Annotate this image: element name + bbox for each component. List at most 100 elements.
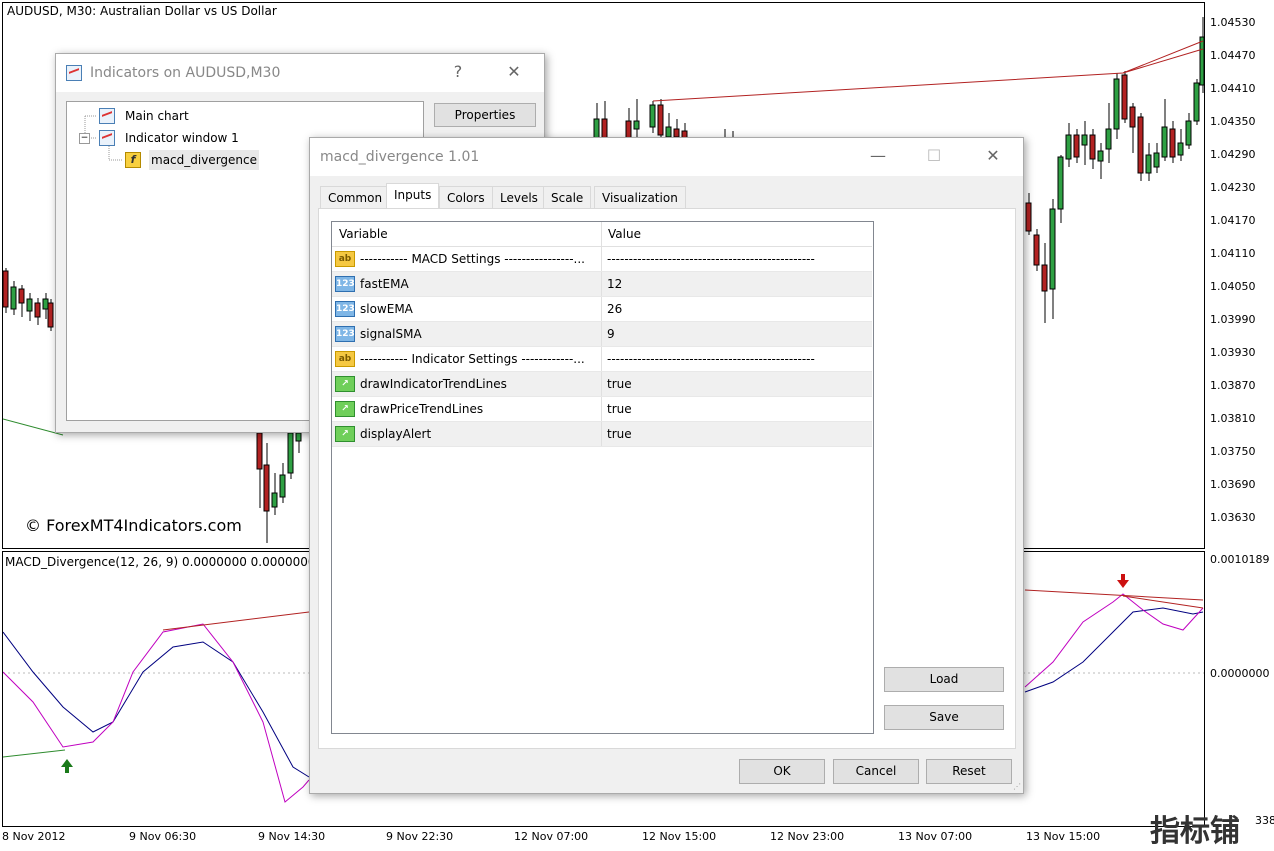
indicators-titlebar[interactable]: Indicators on AUDUSD,M30 ? ✕	[56, 54, 544, 92]
candles-right	[1025, 17, 1204, 323]
time-label: 12 Nov 15:00	[642, 830, 717, 843]
tab-common[interactable]: Common	[320, 186, 391, 208]
collapse-toggle[interactable]: −	[79, 133, 90, 144]
table-row[interactable]: 123 fastEMA 12	[332, 272, 872, 297]
time-label: 13 Nov 07:00	[898, 830, 973, 843]
price-label: 1.04230	[1210, 181, 1256, 194]
sub-label: 0.0000000	[1210, 667, 1270, 680]
param-value[interactable]: 9	[607, 322, 615, 346]
param-value[interactable]: ----------------------------------------…	[607, 247, 869, 271]
param-name: displayAlert	[360, 427, 432, 441]
price-label: 1.04530	[1210, 16, 1256, 29]
time-label: 13 Nov 15:00	[1026, 830, 1101, 843]
window-app-icon	[66, 65, 82, 81]
tab-scale[interactable]: Scale	[543, 186, 592, 208]
column-separator	[601, 322, 602, 346]
column-separator	[601, 222, 602, 246]
column-separator	[601, 422, 602, 446]
candles-bottom	[256, 431, 302, 543]
save-button[interactable]: Save	[884, 705, 1004, 730]
close-button[interactable]: ✕	[983, 146, 1003, 166]
tree-item-macd-divergence[interactable]: f macd_divergence	[125, 150, 260, 170]
column-separator	[601, 372, 602, 396]
table-row[interactable]: 123 slowEMA 26	[332, 297, 872, 322]
param-value[interactable]: 26	[607, 297, 622, 321]
help-button[interactable]: ?	[448, 62, 468, 82]
price-label: 1.04050	[1210, 280, 1256, 293]
column-separator	[601, 347, 602, 371]
price-label: 1.03990	[1210, 313, 1256, 326]
minimize-button[interactable]: —	[868, 146, 888, 166]
price-label: 1.03930	[1210, 346, 1256, 359]
param-value[interactable]: true	[607, 372, 632, 396]
tree-lines	[84, 115, 123, 161]
table-row[interactable]: ab ----------- Indicator Settings ------…	[332, 347, 872, 372]
tab-colors[interactable]: Colors	[439, 186, 493, 208]
table-row[interactable]: ↗ drawIndicatorTrendLines true	[332, 372, 872, 397]
candles-left	[3, 268, 54, 331]
column-header-variable[interactable]: Variable	[339, 222, 388, 246]
column-separator	[601, 247, 602, 271]
table-row[interactable]: ↗ displayAlert true	[332, 422, 872, 447]
param-value[interactable]: ----------------------------------------…	[607, 347, 869, 371]
maximize-button[interactable]: ☐	[924, 146, 944, 166]
reset-button[interactable]: Reset	[926, 759, 1012, 784]
integer-param-icon: 123	[335, 326, 355, 342]
properties-titlebar[interactable]: macd_divergence 1.01 — ☐ ✕	[310, 138, 1023, 176]
integer-param-icon: 123	[335, 301, 355, 317]
bool-param-icon: ↗	[335, 426, 355, 442]
param-value[interactable]: 12	[607, 272, 622, 296]
price-label: 1.03750	[1210, 445, 1256, 458]
function-icon: f	[125, 152, 141, 168]
properties-window[interactable]: macd_divergence 1.01 — ☐ ✕ Common Inputs…	[309, 137, 1024, 794]
price-label: 1.03870	[1210, 379, 1256, 392]
tab-panel: Variable Value ab ----------- MACD Setti…	[318, 208, 1016, 749]
chart-icon	[99, 108, 115, 124]
grid-header: Variable Value	[332, 222, 872, 247]
param-value[interactable]: true	[607, 422, 632, 446]
price-label: 1.03810	[1210, 412, 1256, 425]
param-value[interactable]: true	[607, 397, 632, 421]
tab-levels[interactable]: Levels	[492, 186, 546, 208]
load-button[interactable]: Load	[884, 667, 1004, 692]
cancel-button[interactable]: Cancel	[833, 759, 919, 784]
price-label: 1.04290	[1210, 148, 1256, 161]
corner-logo: 指标铺	[1150, 814, 1240, 849]
window-title: macd_divergence 1.01	[320, 149, 480, 165]
price-label: 1.03690	[1210, 478, 1256, 491]
table-row[interactable]: ↗ drawPriceTrendLines true	[332, 397, 872, 422]
string-param-icon: ab	[335, 251, 355, 267]
close-button[interactable]: ✕	[504, 62, 524, 82]
tab-visualization[interactable]: Visualization	[594, 186, 686, 208]
price-label: 1.04110	[1210, 247, 1256, 260]
time-label: 12 Nov 23:00	[770, 830, 845, 843]
time-label: 12 Nov 07:00	[514, 830, 589, 843]
column-separator	[601, 397, 602, 421]
tree-item-label: Indicator window 1	[125, 131, 239, 145]
bool-param-icon: ↗	[335, 401, 355, 417]
param-name: drawIndicatorTrendLines	[360, 377, 507, 391]
properties-button[interactable]: Properties	[434, 103, 536, 127]
column-separator	[601, 297, 602, 321]
param-name: drawPriceTrendLines	[360, 402, 484, 416]
sub-label: 338	[1255, 814, 1274, 827]
price-label: 1.04350	[1210, 115, 1256, 128]
inputs-grid[interactable]: Variable Value ab ----------- MACD Setti…	[331, 221, 874, 734]
param-name: fastEMA	[360, 277, 409, 291]
price-label: 1.04170	[1210, 214, 1256, 227]
time-label: 9 Nov 14:30	[258, 830, 326, 843]
resize-grip-icon[interactable]: ⋰	[1013, 782, 1021, 791]
tab-inputs[interactable]: Inputs	[386, 183, 440, 209]
time-label: 9 Nov 06:30	[129, 830, 197, 843]
bool-param-icon: ↗	[335, 376, 355, 392]
column-header-value[interactable]: Value	[608, 222, 641, 246]
tree-item-label: Main chart	[125, 109, 189, 123]
price-label: 1.03630	[1210, 511, 1256, 524]
table-row[interactable]: 123 signalSMA 9	[332, 322, 872, 347]
param-name: slowEMA	[360, 302, 413, 316]
ok-button[interactable]: OK	[739, 759, 825, 784]
price-label: 1.04410	[1210, 82, 1256, 95]
table-row[interactable]: ab ----------- MACD Settings -----------…	[332, 247, 872, 272]
chart-icon	[99, 130, 115, 146]
column-separator	[601, 272, 602, 296]
